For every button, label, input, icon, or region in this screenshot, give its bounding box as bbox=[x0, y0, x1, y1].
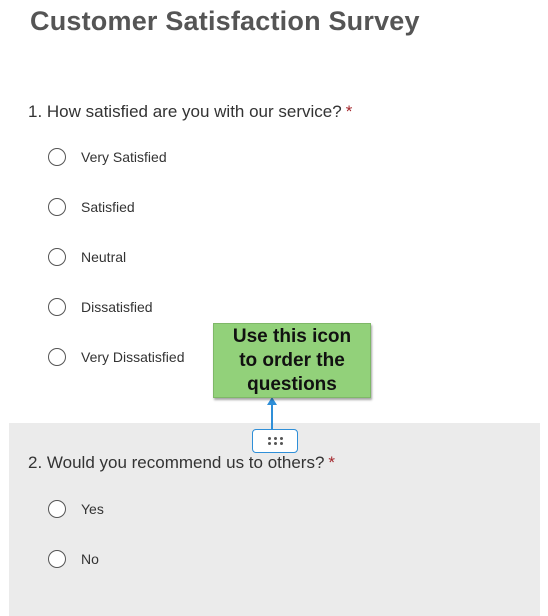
radio-button[interactable] bbox=[48, 348, 66, 366]
option-very-dissatisfied[interactable]: Very Dissatisfied bbox=[48, 348, 184, 366]
option-satisfied[interactable]: Satisfied bbox=[48, 198, 135, 216]
callout-line: to order the bbox=[239, 350, 345, 371]
option-label: Dissatisfied bbox=[81, 299, 153, 315]
option-dissatisfied[interactable]: Dissatisfied bbox=[48, 298, 153, 316]
drag-handle-button[interactable] bbox=[252, 429, 298, 453]
radio-button[interactable] bbox=[48, 148, 66, 166]
option-label: Very Dissatisfied bbox=[81, 349, 185, 365]
option-label: No bbox=[81, 551, 99, 567]
question-2-text: 2. Would you recommend us to others? * bbox=[28, 453, 335, 473]
question-1-label: 1. How satisfied are you with our servic… bbox=[28, 102, 342, 121]
option-very-satisfied[interactable]: Very Satisfied bbox=[48, 148, 167, 166]
radio-button[interactable] bbox=[48, 550, 66, 568]
option-yes[interactable]: Yes bbox=[48, 500, 104, 518]
option-label: Neutral bbox=[81, 249, 127, 265]
option-label: Satisfied bbox=[81, 199, 135, 215]
callout-note: Use this icon to order the questions bbox=[213, 323, 371, 398]
survey-title: Customer Satisfaction Survey bbox=[30, 6, 420, 36]
callout-arrow bbox=[267, 397, 277, 430]
required-marker: * bbox=[345, 102, 353, 121]
radio-button[interactable] bbox=[48, 198, 66, 216]
option-no[interactable]: No bbox=[48, 550, 99, 568]
required-marker: * bbox=[328, 453, 336, 472]
question-2-label: 2. Would you recommend us to others? bbox=[28, 453, 325, 472]
question-1-text: 1. How satisfied are you with our servic… bbox=[28, 102, 352, 122]
callout-line: questions bbox=[247, 374, 337, 395]
drag-handle-icon bbox=[267, 437, 283, 445]
option-label: Very Satisfied bbox=[81, 149, 167, 165]
radio-button[interactable] bbox=[48, 298, 66, 316]
callout-line: Use this icon bbox=[232, 326, 352, 347]
option-neutral[interactable]: Neutral bbox=[48, 248, 126, 266]
radio-button[interactable] bbox=[48, 500, 66, 518]
option-label: Yes bbox=[81, 501, 104, 517]
radio-button[interactable] bbox=[48, 248, 66, 266]
